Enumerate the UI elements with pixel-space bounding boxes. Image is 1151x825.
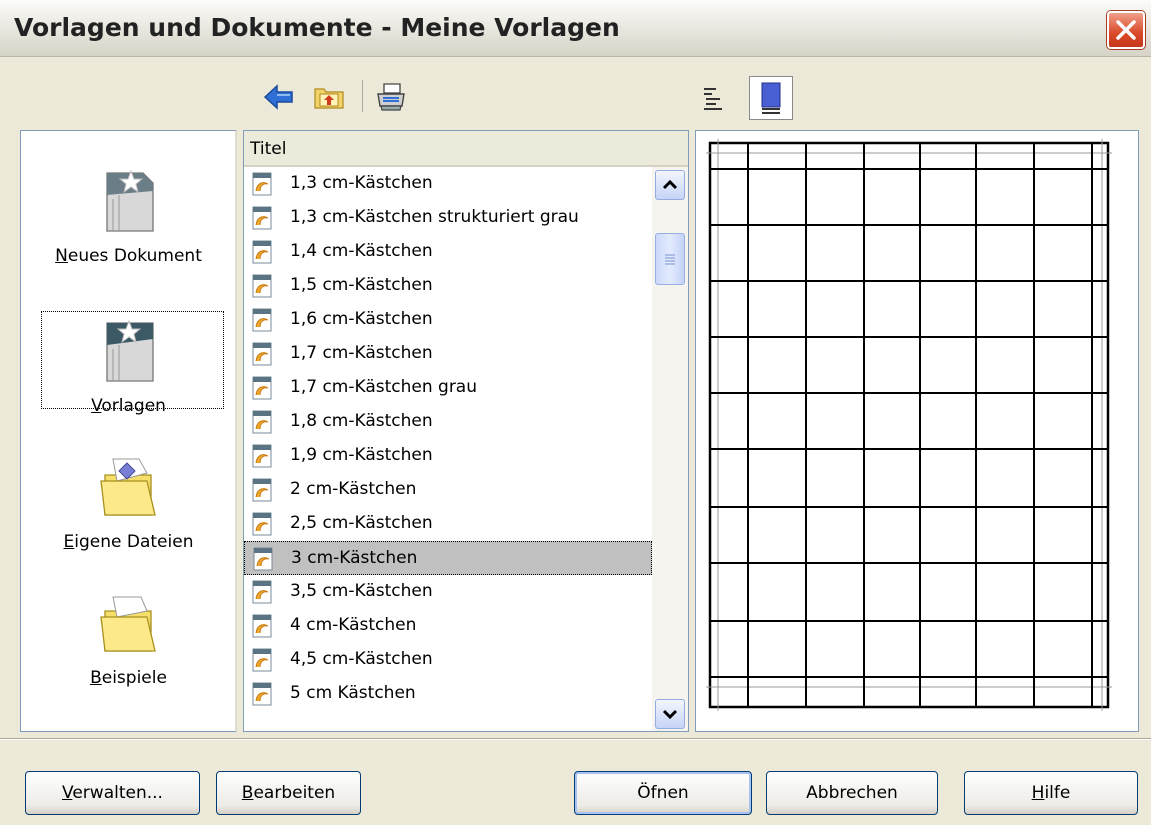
templates-dialog: Vorlagen und Dokumente - Meine Vorlagen (0, 0, 1151, 825)
list-item[interactable]: 1,7 cm-Kästchen grau (244, 371, 652, 405)
list-item[interactable]: 1,3 cm-Kästchen (244, 167, 652, 201)
category-new-document[interactable]: Neues Dokument (21, 165, 236, 269)
preview-page-icon (761, 82, 781, 114)
open-button[interactable]: Öfnen (574, 771, 752, 815)
list-item-label: 1,3 cm-Kästchen strukturiert grau (290, 207, 579, 227)
template-list: Titel 1,3 cm-Kästchen 1,3 cm-Kästchen str… (243, 130, 689, 732)
close-icon (1116, 20, 1136, 40)
window-title: Vorlagen und Dokumente - Meine Vorlagen (14, 13, 620, 42)
template-file-icon (252, 580, 272, 604)
selection-focus-frame (41, 311, 224, 409)
template-file-icon (253, 547, 273, 571)
scroll-up-button[interactable] (655, 170, 685, 200)
template-file-icon (252, 614, 272, 638)
chevron-down-icon (662, 709, 678, 720)
list-item[interactable]: 1,4 cm-Kästchen (244, 235, 652, 269)
samples-folder-icon (99, 596, 156, 652)
template-file-icon (252, 648, 272, 672)
help-button[interactable]: Hilfe (964, 771, 1138, 815)
list-item-label: 3,5 cm-Kästchen (290, 581, 433, 601)
print-button[interactable] (374, 80, 408, 114)
template-file-icon (252, 512, 272, 536)
list-item-label: 1,9 cm-Kästchen (290, 445, 433, 465)
cancel-button[interactable]: Abbrechen (766, 771, 938, 815)
list-item-label: 5 cm Kästchen (290, 683, 416, 703)
list-item[interactable]: 2 cm-Kästchen (244, 473, 652, 507)
list-item-label: 3 cm-Kästchen (291, 548, 418, 568)
printer-icon (377, 83, 405, 111)
template-file-icon (252, 342, 272, 366)
folder-up-icon (314, 88, 344, 109)
template-file-icon (252, 376, 272, 400)
column-header-label: Titel (250, 139, 287, 159)
template-file-icon (252, 410, 272, 434)
template-file-icon (252, 444, 272, 468)
back-button[interactable] (262, 80, 296, 114)
chevron-up-icon (662, 179, 678, 190)
list-item[interactable]: 1,6 cm-Kästchen (244, 303, 652, 337)
template-file-icon (252, 478, 272, 502)
list-item[interactable]: 1,3 cm-Kästchen strukturiert grau (244, 201, 652, 235)
button-bar-separator (0, 738, 1151, 740)
template-file-icon (252, 682, 272, 706)
list-item[interactable]: 4,5 cm-Kästchen (244, 643, 652, 677)
list-item-label: 4 cm-Kästchen (290, 615, 417, 635)
category-my-documents[interactable]: Eigene Dateien (21, 451, 236, 555)
list-item[interactable]: 1,9 cm-Kästchen (244, 439, 652, 473)
list-item-label: 1,3 cm-Kästchen (290, 173, 433, 193)
list-item-label: 2 cm-Kästchen (290, 479, 417, 499)
category-panel: Neues Dokument Vorlagen Eigene Dateien B… (20, 130, 237, 732)
up-one-level-button[interactable] (312, 80, 346, 114)
list-item[interactable]: 3 cm-Kästchen (244, 541, 652, 575)
new-document-icon (105, 169, 154, 232)
close-button[interactable] (1107, 11, 1145, 49)
template-file-icon (252, 274, 272, 298)
category-label-new-document: Neues Dokument (55, 246, 202, 266)
column-header-title[interactable]: Titel (244, 131, 688, 167)
template-file-icon (252, 308, 272, 332)
title-bar: Vorlagen und Dokumente - Meine Vorlagen (0, 0, 1151, 57)
list-item-label: 1,8 cm-Kästchen (290, 411, 433, 431)
list-item-label: 4,5 cm-Kästchen (290, 649, 433, 669)
list-item-label: 1,4 cm-Kästchen (290, 241, 433, 261)
list-item[interactable]: 2,5 cm-Kästchen (244, 507, 652, 541)
list-item[interactable]: 1,7 cm-Kästchen (244, 337, 652, 371)
template-file-icon (252, 240, 272, 264)
grid-page-preview (706, 139, 1112, 711)
scroll-down-button[interactable] (655, 699, 685, 729)
grip-icon (665, 254, 675, 265)
category-label-samples: Beispiele (90, 668, 167, 688)
list-item[interactable]: 4 cm-Kästchen (244, 609, 652, 643)
template-file-icon (252, 206, 272, 230)
edit-button[interactable]: Bearbeiten (216, 771, 361, 815)
toolbar-separator (362, 80, 363, 112)
template-rows: 1,3 cm-Kästchen 1,3 cm-Kästchen strukturi… (244, 167, 652, 711)
list-item[interactable]: 1,8 cm-Kästchen (244, 405, 652, 439)
list-item-label: 1,5 cm-Kästchen (290, 275, 433, 295)
list-item-label: 1,7 cm-Kästchen grau (290, 377, 477, 397)
template-file-icon (252, 172, 272, 196)
back-arrow-icon (263, 84, 293, 110)
list-item[interactable]: 3,5 cm-Kästchen (244, 575, 652, 609)
list-item[interactable]: 1,5 cm-Kästchen (244, 269, 652, 303)
vertical-scrollbar[interactable] (652, 167, 688, 731)
scroll-thumb[interactable] (655, 233, 685, 285)
list-item-label: 1,7 cm-Kästchen (290, 343, 433, 363)
details-list-icon (704, 88, 722, 110)
document-properties-view-button[interactable] (702, 86, 730, 116)
list-item-label: 2,5 cm-Kästchen (290, 513, 433, 533)
document-preview-view-button[interactable] (749, 76, 793, 120)
list-item[interactable]: 5 cm Kästchen (244, 677, 652, 711)
manage-button[interactable]: Verwalten... (25, 771, 200, 815)
category-templates[interactable]: Vorlagen (21, 311, 236, 419)
template-preview (695, 130, 1139, 732)
list-item-label: 1,6 cm-Kästchen (290, 309, 433, 329)
category-samples[interactable]: Beispiele (21, 587, 236, 691)
category-label-my-documents: Eigene Dateien (63, 532, 194, 552)
my-documents-folder-icon (99, 458, 156, 516)
